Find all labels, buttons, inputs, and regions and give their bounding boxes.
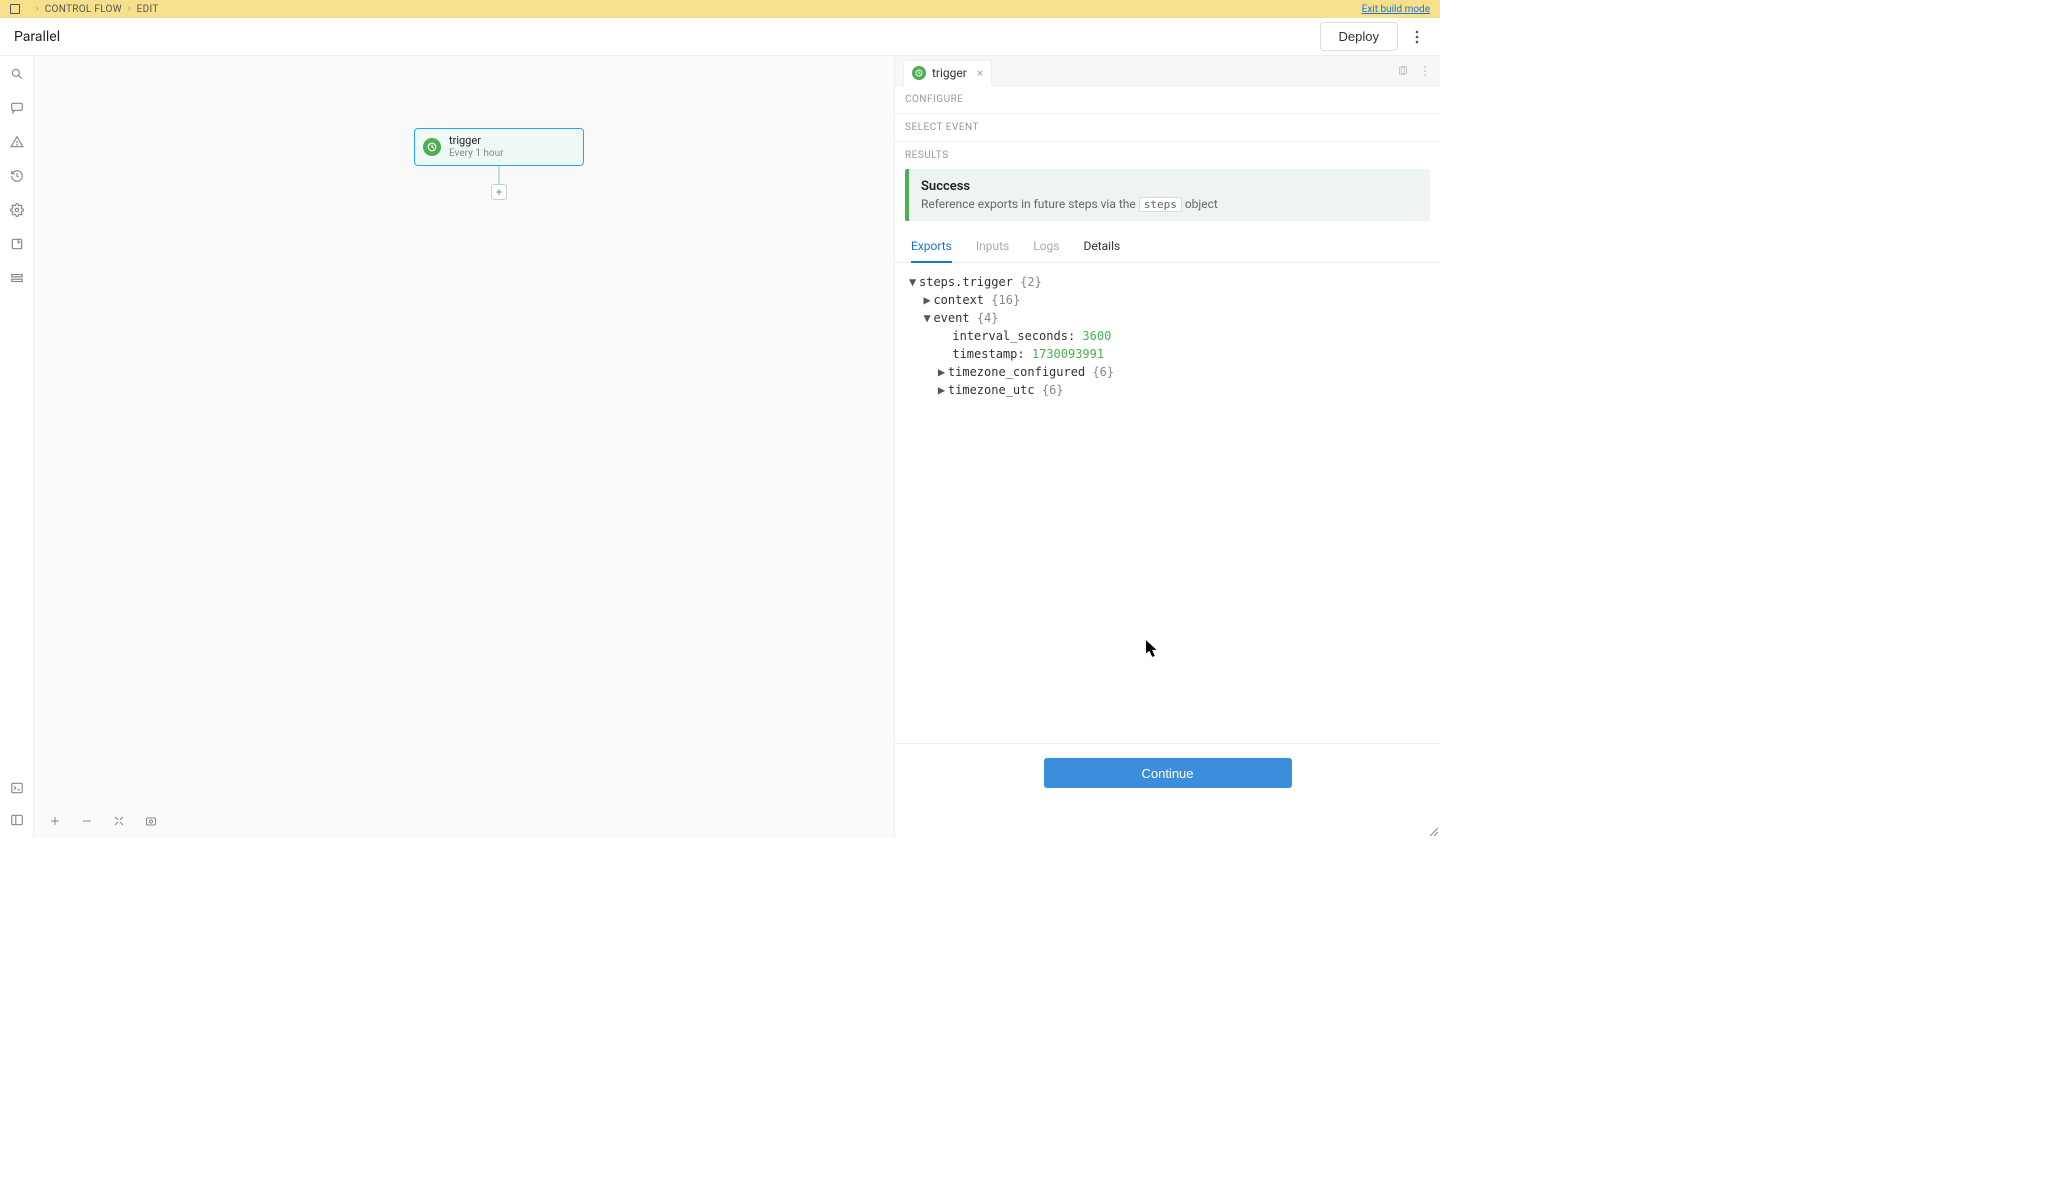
results-label: RESULTS [895,142,1440,169]
search-icon[interactable] [9,66,25,82]
history-icon[interactable] [9,168,25,184]
exit-build-mode-link[interactable]: Exit build mode [1362,4,1430,15]
more-menu-button[interactable] [1408,23,1426,51]
workflow-header: Parallel Deploy [0,18,1440,56]
schedule-icon [912,66,926,80]
chevron-right-icon: › [36,4,39,14]
results-subtabs: Exports Inputs Logs Details [895,231,1440,263]
main-area: trigger Every 1 hour + [0,56,1440,838]
tree-row-root[interactable]: ▼steps.trigger {2} [909,273,1426,291]
section-configure[interactable]: CONFIGURE [895,86,1440,114]
add-step-button[interactable]: + [491,184,507,200]
deploy-button[interactable]: Deploy [1320,22,1398,51]
node-connector [498,166,500,186]
data-store-icon[interactable] [9,236,25,252]
fit-view-button[interactable] [112,814,126,828]
breadcrumb-control-flow[interactable]: CONTROL FLOW [45,4,122,15]
build-mode-banner: › CONTROL FLOW › EDIT Exit build mode [0,0,1440,18]
chevron-right-icon: › [128,4,131,14]
caret-right-icon[interactable]: ▶ [923,291,933,309]
panel-more-icon[interactable] [1418,64,1432,78]
copy-step-icon[interactable] [1396,64,1410,78]
section-select-event[interactable]: SELECT EVENT [895,114,1440,142]
section-results: RESULTS Success Reference exports in fut… [895,142,1440,838]
workflow-canvas[interactable]: trigger Every 1 hour + [34,56,894,838]
screenshot-button[interactable] [144,814,158,828]
comment-icon[interactable] [9,100,25,116]
success-desc-post: object [1182,197,1218,211]
subtab-exports[interactable]: Exports [911,231,952,263]
logo-cube-icon [10,4,20,14]
continue-button[interactable]: Continue [1044,758,1292,788]
caret-down-icon[interactable]: ▼ [923,309,933,327]
zoom-in-button[interactable] [48,814,62,828]
panel-tab-close[interactable]: × [977,66,983,80]
panel-toggle-icon[interactable] [9,812,25,828]
caret-right-icon[interactable]: ▶ [938,381,948,399]
subtab-logs[interactable]: Logs [1033,231,1059,262]
tree-row-event[interactable]: ▼event {4} [909,309,1426,327]
workflow-title: Parallel [14,29,60,45]
left-icon-rail [0,56,34,838]
tree-row-context[interactable]: ▶context {16} [909,291,1426,309]
resize-grip-icon [1428,826,1438,836]
inspector-panel: trigger × CONFIGURE SELECT EVENT RESULTS… [894,56,1440,838]
breadcrumb-edit[interactable]: EDIT [137,4,159,15]
zoom-out-button[interactable] [80,814,94,828]
success-banner: Success Reference exports in future step… [905,169,1430,221]
node-title: trigger [449,135,504,147]
success-title: Success [921,179,1418,194]
trigger-node[interactable]: trigger Every 1 hour [414,128,584,166]
subtab-details[interactable]: Details [1083,231,1120,262]
subtab-inputs[interactable]: Inputs [976,231,1009,262]
terminal-icon[interactable] [9,780,25,796]
tree-row-timestamp[interactable]: timestamp: 1730093991 [909,345,1426,363]
success-desc-pre: Reference exports in future steps via th… [921,197,1139,211]
caret-down-icon[interactable]: ▼ [909,273,919,291]
panel-tab-trigger[interactable]: trigger × [903,60,992,86]
node-subtitle: Every 1 hour [449,148,504,159]
schedule-icon [423,138,441,156]
caret-right-icon[interactable]: ▶ [938,363,948,381]
canvas-controls [48,814,158,828]
tree-row-interval[interactable]: interval_seconds: 3600 [909,327,1426,345]
settings-icon[interactable] [9,202,25,218]
success-description: Reference exports in future steps via th… [921,197,1418,211]
panel-tab-label: trigger [932,66,967,80]
exports-tree: ▼steps.trigger {2} ▶context {16} ▼event … [895,263,1440,409]
tree-row-tz-configured[interactable]: ▶timezone_configured {6} [909,363,1426,381]
success-desc-code: steps [1139,197,1182,212]
panel-tabbar: trigger × [895,56,1440,86]
tree-row-tz-utc[interactable]: ▶timezone_utc {6} [909,381,1426,399]
warning-icon[interactable] [9,134,25,150]
continue-wrap: Continue [895,743,1440,838]
variables-icon[interactable] [9,270,25,286]
